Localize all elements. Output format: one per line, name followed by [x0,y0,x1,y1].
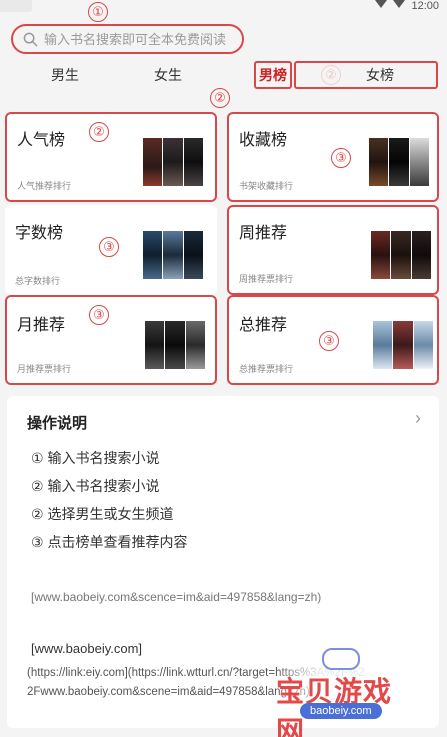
status-time: 12:00 [411,0,439,12]
instruction-step: ① 输入书名搜索小说 [31,450,160,466]
tab-female[interactable]: 女生 [148,63,188,87]
card-subtitle: 人气推荐排行 [17,181,72,191]
annotation-marker-3: ③ [99,237,119,257]
search-bar[interactable] [11,24,244,54]
source-link-text: [www.baobeiy.com&scence=im&aid=497858&la… [31,590,322,604]
rank-card-weekly[interactable]: 周推荐 周推荐票排行 [227,205,439,295]
book-cover-image [145,321,205,369]
book-cover-image [369,138,429,186]
card-subtitle: 月推荐票排行 [17,364,72,374]
instruction-step: ③ 点击榜单查看推荐内容 [31,534,188,550]
card-title: 收藏榜 [239,132,288,149]
source-link-title: [www.baobeiy.com] [31,641,143,656]
panel-title: 操作说明 [27,415,88,432]
chevron-right-icon[interactable]: › [415,408,421,429]
tab-male-rank[interactable]: 男榜 [254,61,292,89]
annotation-marker-3: ③ [331,148,351,168]
card-title: 字数榜 [15,225,64,242]
rank-card-popular[interactable]: 人气榜 ② 人气推荐排行 [5,112,217,202]
card-title: 总推荐 [239,317,288,334]
book-cover-image [373,321,433,369]
annotation-marker-1: ① [88,2,108,22]
signal-icon [375,0,388,8]
rank-card-wordcount[interactable]: 字数榜 ③ 总字数排行 [5,205,217,295]
card-subtitle: 周推荐票排行 [239,274,294,284]
rank-card-total[interactable]: 总推荐 ③ 总推荐票排行 [227,295,439,385]
card-title: 周推荐 [239,225,288,242]
book-cover-image [371,231,431,279]
gamepad-icon [322,648,360,670]
instruction-step: ② 输入书名搜索小说 [31,478,160,494]
rank-card-favorites[interactable]: 收藏榜 ③ 书架收藏排行 [227,112,439,202]
search-icon [23,32,38,46]
card-title: 月推荐 [17,317,66,334]
card-subtitle: 总推荐票排行 [239,364,294,374]
watermark-url: baobeiy.com [300,703,382,719]
card-subtitle: 总字数排行 [15,276,61,286]
annotation-marker-2: ② [89,122,109,142]
search-input[interactable] [44,31,234,47]
annotation-marker-2-faded: ② [321,65,341,85]
annotation-marker-3: ③ [89,305,109,325]
annotation-marker-3: ③ [319,331,339,351]
tab-female-rank[interactable]: 女榜 [360,63,400,87]
status-left-area [0,0,32,12]
book-cover-image [143,138,203,186]
rank-card-monthly[interactable]: 月推荐 ③ 月推荐票排行 [5,295,217,385]
book-cover-image [143,231,203,279]
card-subtitle: 书架收藏排行 [239,181,294,191]
status-bar: 12:00 [375,0,439,14]
annotation-marker-2: ② [210,88,230,108]
instruction-step: ② 选择男生或女生频道 [31,506,174,522]
watermark-logo: 宝贝游戏网 baobeiy.com [270,640,420,737]
tab-male[interactable]: 男生 [45,63,85,87]
card-title: 人气榜 [17,132,66,149]
wifi-icon [393,0,406,8]
